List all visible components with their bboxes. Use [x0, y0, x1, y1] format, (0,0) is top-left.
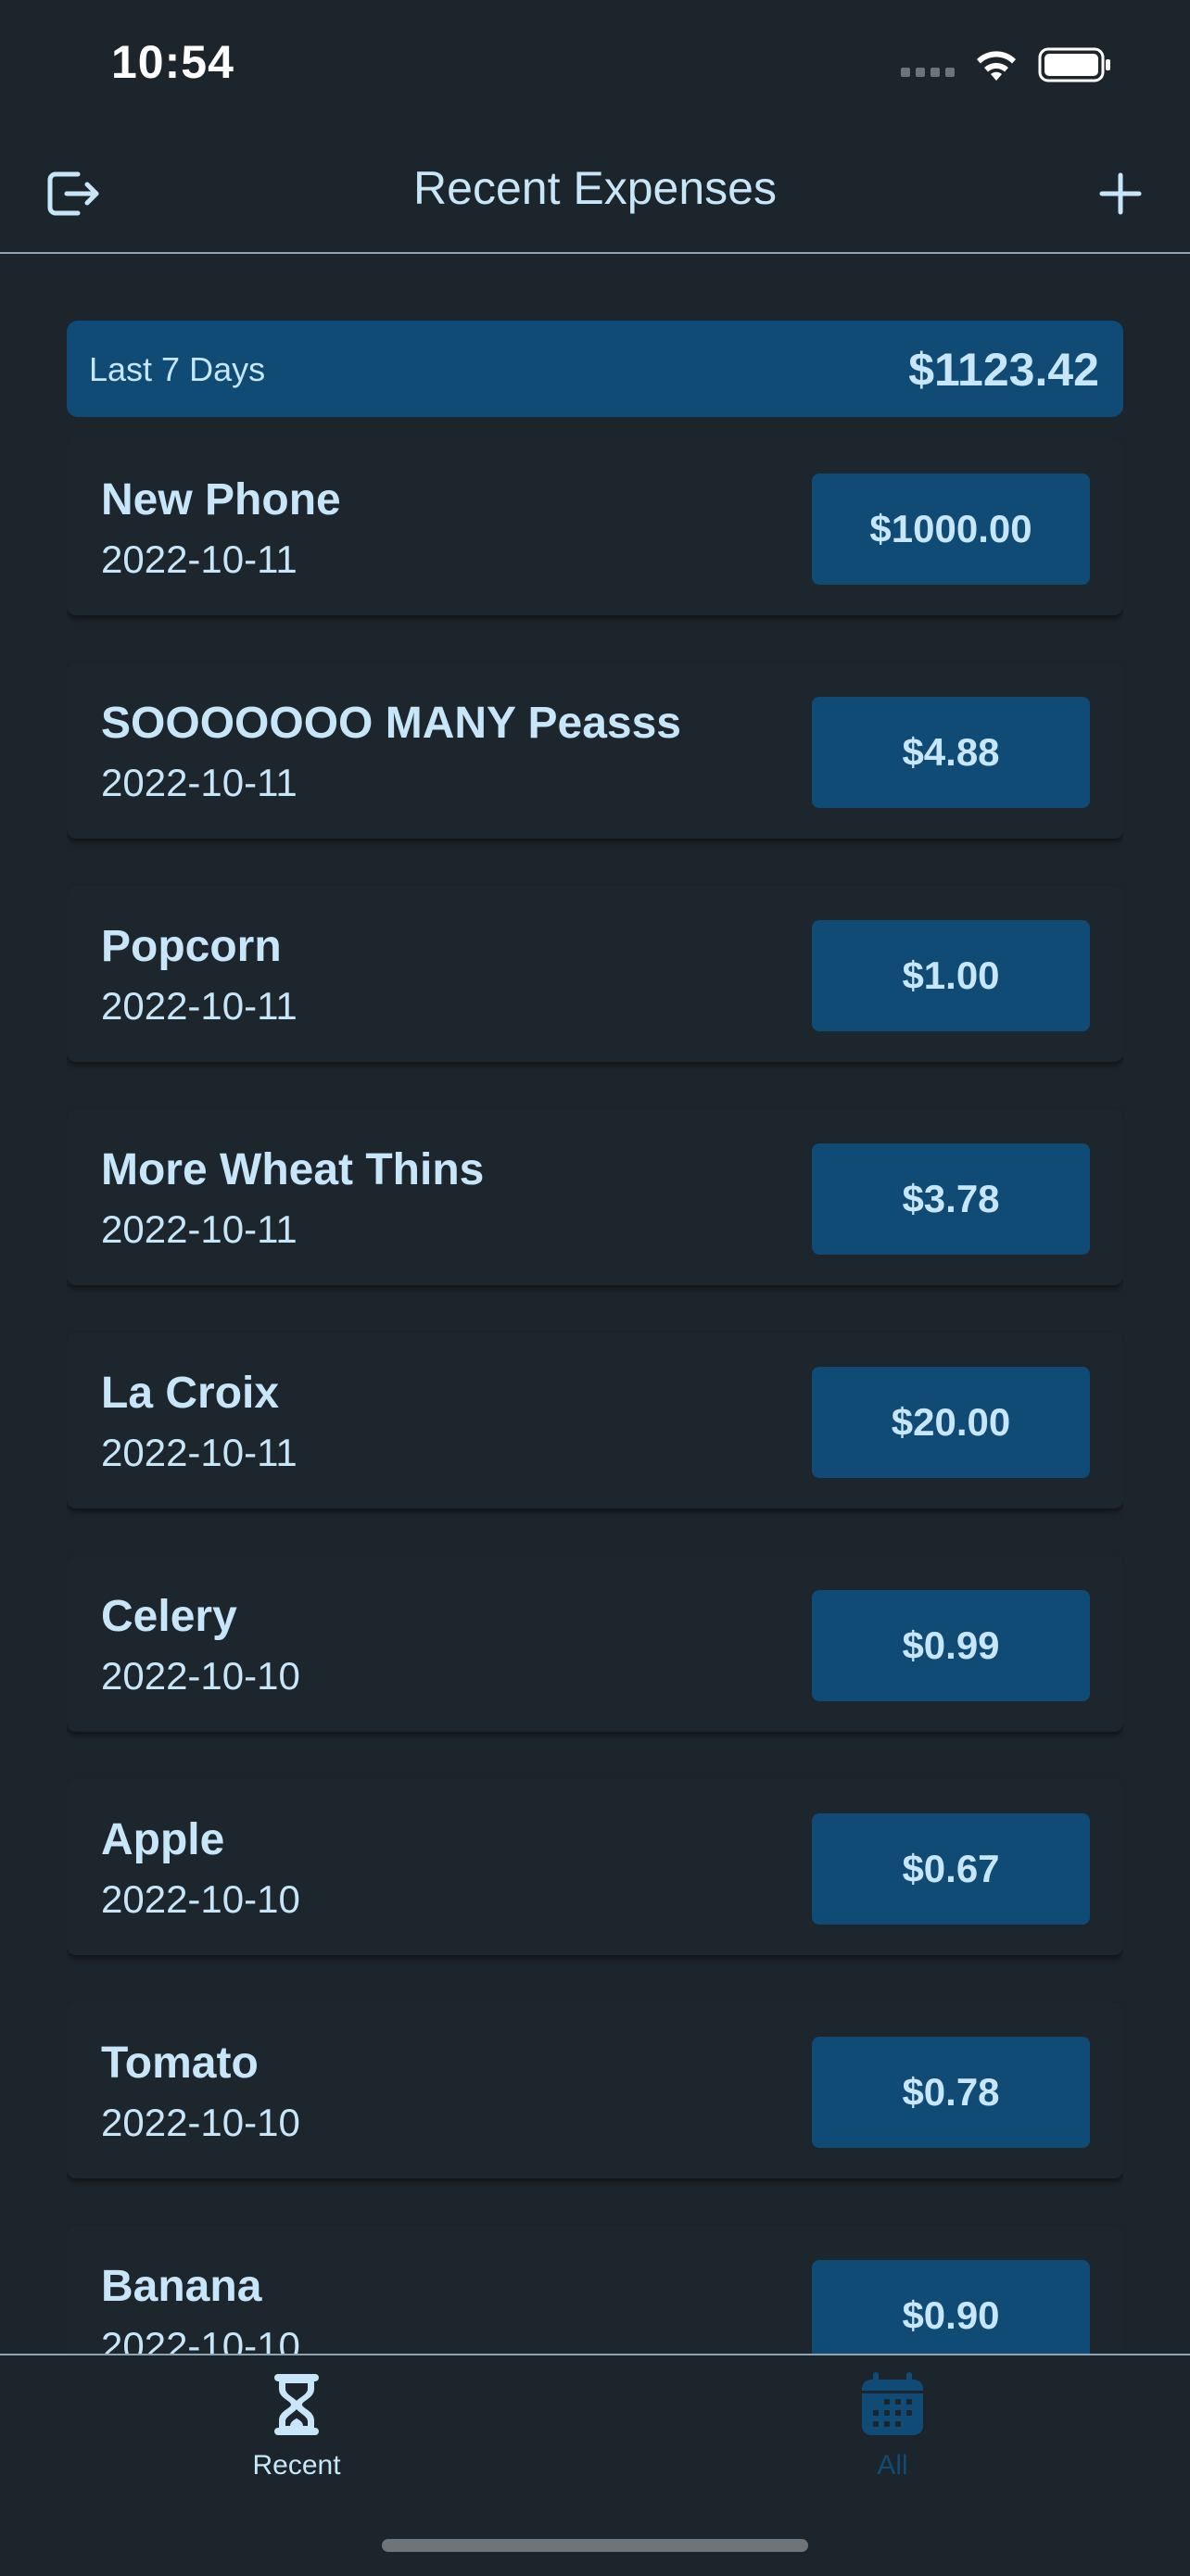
expense-title: SOOOOOOO MANY Peasss: [101, 699, 681, 748]
battery-icon: [1038, 47, 1110, 82]
page-title: Recent Expenses: [413, 162, 777, 214]
expense-list[interactable]: New Phone 2022-10-11 $1000.00 SOOOOOOO M…: [67, 439, 1123, 2354]
expense-amount: $4.88: [812, 697, 1090, 808]
expense-date: 2022-10-11: [101, 537, 298, 581]
expense-item[interactable]: La Croix 2022-10-11 $20.00: [67, 1332, 1123, 1509]
wifi-icon: [977, 51, 1016, 81]
expense-amount: $1000.00: [812, 474, 1090, 585]
expense-item[interactable]: New Phone 2022-10-11 $1000.00: [67, 439, 1123, 615]
expense-title: Apple: [101, 1815, 225, 1864]
navigation-header: Recent Expenses: [0, 130, 1190, 254]
expense-date: 2022-10-11: [101, 984, 298, 1028]
expense-amount: $0.90: [812, 2260, 1090, 2354]
expense-amount: $0.67: [812, 1813, 1090, 1925]
expense-title: La Croix: [101, 1369, 280, 1418]
expense-amount: $3.78: [812, 1143, 1090, 1255]
expense-item[interactable]: SOOOOOOO MANY Peasss 2022-10-11 $4.88: [67, 663, 1123, 839]
expense-item[interactable]: Popcorn 2022-10-11 $1.00: [67, 886, 1123, 1062]
expense-date: 2022-10-11: [101, 1207, 298, 1251]
expense-date: 2022-10-11: [101, 1431, 298, 1474]
expense-date: 2022-10-10: [101, 1877, 300, 1921]
status-time: 10:54: [111, 36, 234, 88]
expense-date: 2022-10-10: [101, 2324, 300, 2354]
hourglass-icon: [274, 2374, 319, 2435]
cellular-signal-icon: [901, 68, 955, 77]
status-icons: [901, 46, 1112, 83]
expense-title: Celery: [101, 1592, 237, 1641]
expense-item[interactable]: Banana 2022-10-10 $0.90: [67, 2226, 1123, 2354]
expense-title: Banana: [101, 2262, 262, 2311]
expense-title: Tomato: [101, 2039, 259, 2088]
expense-title: New Phone: [101, 475, 341, 524]
status-bar: 10:54: [0, 0, 1190, 130]
expense-date: 2022-10-10: [101, 2101, 300, 2144]
summary-period-label: Last 7 Days: [89, 350, 266, 388]
expense-item[interactable]: Tomato 2022-10-10 $0.78: [67, 2002, 1123, 2178]
expense-amount: $1.00: [812, 920, 1090, 1031]
calendar-icon: [862, 2372, 923, 2435]
tab-all[interactable]: All: [800, 2372, 985, 2481]
expense-item[interactable]: Celery 2022-10-10 $0.99: [67, 1556, 1123, 1732]
expense-title: More Wheat Thins: [101, 1145, 485, 1194]
expense-date: 2022-10-10: [101, 1654, 300, 1698]
expense-amount: $20.00: [812, 1367, 1090, 1478]
home-indicator: [382, 2539, 808, 2552]
add-expense-button[interactable]: [1088, 161, 1153, 226]
expense-amount: $0.78: [812, 2037, 1090, 2148]
plus-icon: [1099, 172, 1142, 215]
summary-total: $1123.42: [908, 344, 1099, 396]
tab-recent[interactable]: Recent: [204, 2372, 389, 2481]
expense-item[interactable]: Apple 2022-10-10 $0.67: [67, 1779, 1123, 1955]
expense-amount: $0.99: [812, 1590, 1090, 1701]
expense-title: Popcorn: [101, 922, 282, 971]
expenses-summary: Last 7 Days $1123.42: [67, 321, 1123, 417]
tab-all-label: All: [877, 2450, 908, 2481]
expense-item[interactable]: More Wheat Thins 2022-10-11 $3.78: [67, 1109, 1123, 1285]
expense-date: 2022-10-11: [101, 761, 298, 804]
tab-recent-label: Recent: [252, 2450, 341, 2481]
